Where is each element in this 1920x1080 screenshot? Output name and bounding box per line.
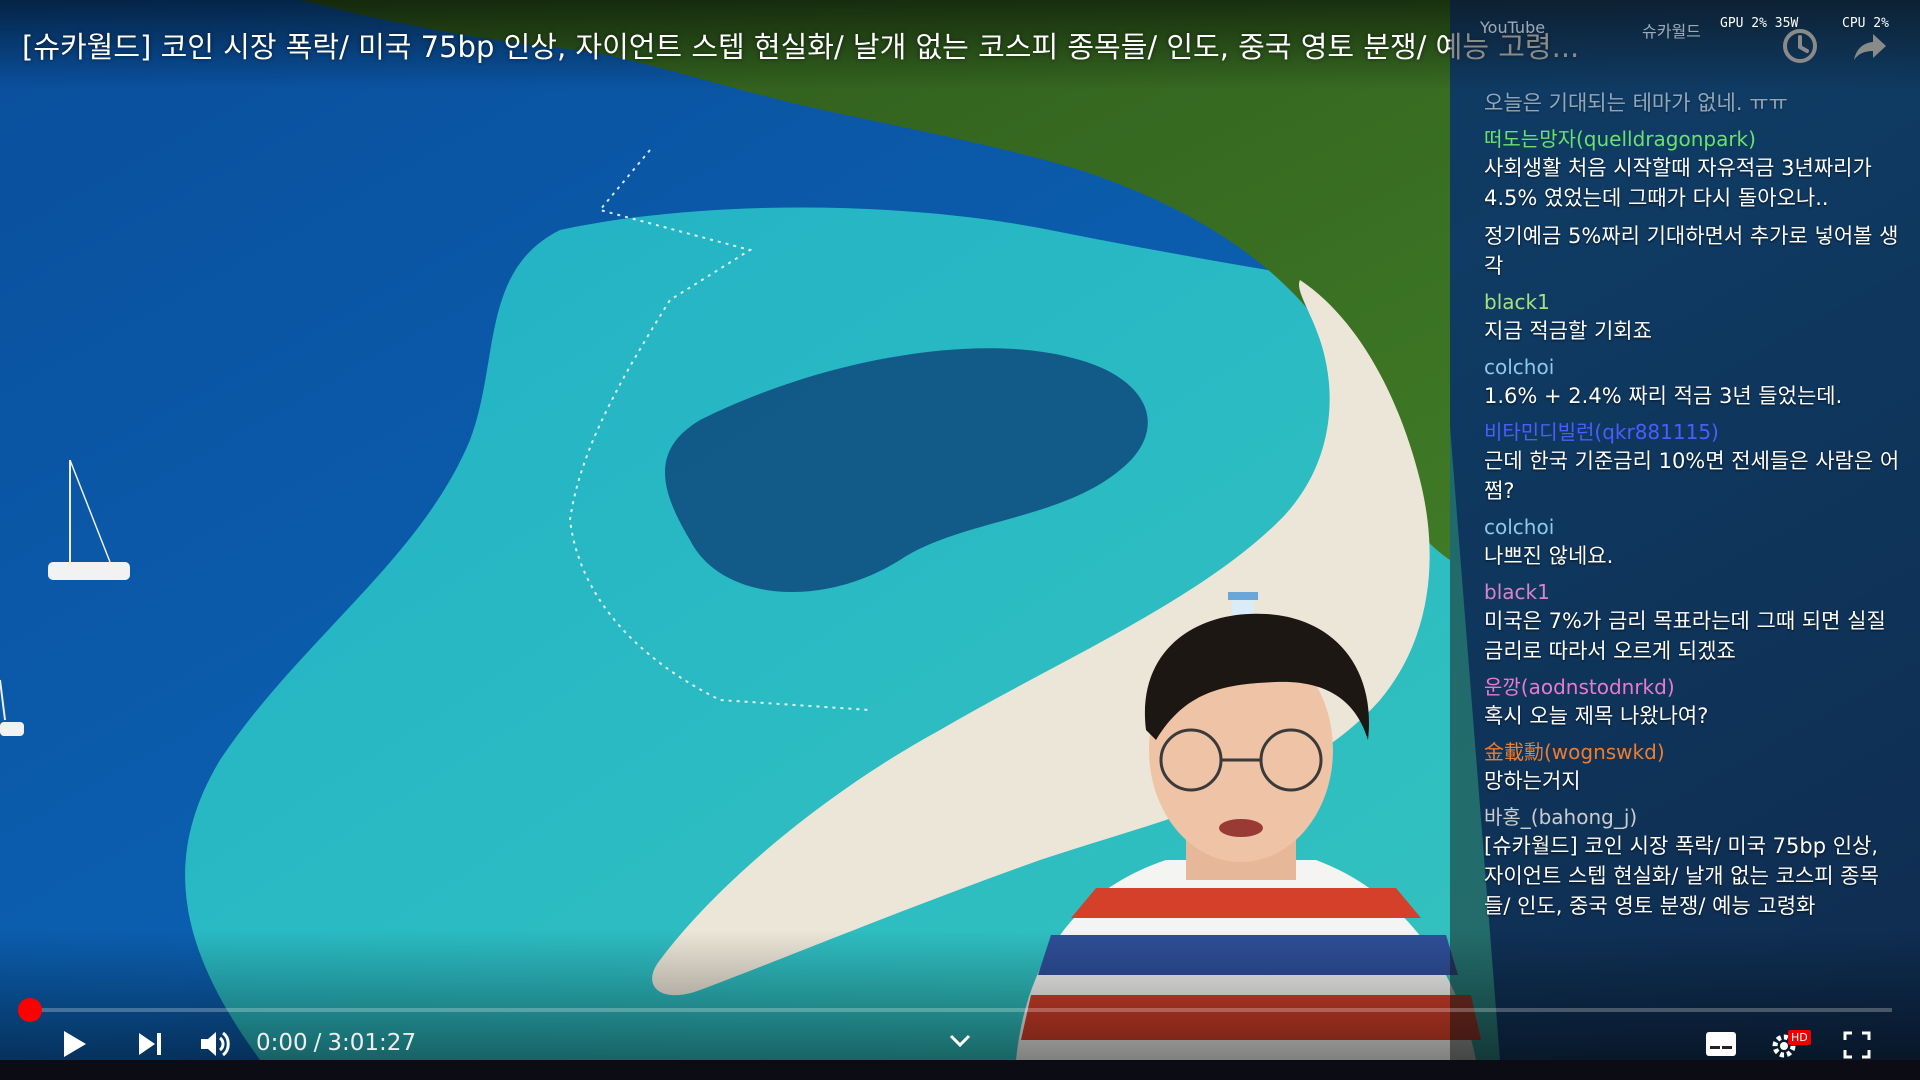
chat-text: 나쁘진 않네요. xyxy=(1484,544,1614,568)
chat-username[interactable]: 떠도는망자(quelldragonpark) xyxy=(1484,126,1904,153)
chat-message: 비타민디빌런(qkr881115) 근데 한국 기준금리 10%면 전세들은 사람… xyxy=(1484,419,1904,506)
chat-text: 사회생활 처음 시작할때 자유적금 3년짜리가 4.5% 였었는데 그때가 다시… xyxy=(1484,156,1872,210)
progress-scrubber[interactable] xyxy=(18,998,42,1022)
chat-text: 혹시 오늘 제목 나왔나여? xyxy=(1484,704,1709,728)
chat-panel: YouTube 슈카월드 GPU 2% 35W CPU 2% 오늘은 기대되는 … xyxy=(1450,0,1920,1060)
chat-text: 정기예금 5%짜리 기대하면서 추가로 넣어볼 생각 xyxy=(1484,224,1899,278)
chat-text: 1.6% + 2.4% 짜리 적금 3년 들었는데. xyxy=(1484,384,1843,408)
play-icon[interactable] xyxy=(58,1028,90,1060)
chat-header: YouTube 슈카월드 GPU 2% 35W CPU 2% xyxy=(1450,0,1920,60)
chat-username[interactable]: colchoi xyxy=(1484,354,1904,381)
chat-message: black1 지금 적금할 기회죠 xyxy=(1484,289,1904,346)
cpu-readout: CPU 2% xyxy=(1842,16,1889,31)
chat-username[interactable]: black1 xyxy=(1484,579,1904,606)
chat-message: 金載勳(wognswkd) 망하는거지 xyxy=(1484,739,1904,796)
volume-icon[interactable] xyxy=(198,1028,232,1060)
chat-username[interactable]: colchoi xyxy=(1484,514,1904,541)
chat-username[interactable]: 운깡(aodnstodnrkd) xyxy=(1484,674,1904,701)
time-total: 3:01:27 xyxy=(327,1030,417,1056)
chat-text: 지금 적금할 기회죠 xyxy=(1484,319,1652,343)
chat-text: 근데 한국 기준금리 10%면 전세들은 사람은 어쩜? xyxy=(1484,449,1900,503)
gpu-readout: GPU 2% 35W xyxy=(1720,16,1799,31)
video-player[interactable]: [슈카월드] 코인 시장 폭락/ 미국 75bp 인상, 자이언트 스텝 현실화… xyxy=(0,0,1920,1080)
chat-message: 정기예금 5%짜리 기대하면서 추가로 넣어볼 생각 xyxy=(1484,221,1904,281)
chat-username[interactable]: 비타민디빌런(qkr881115) xyxy=(1484,419,1904,446)
time-display: 0:00/3:01:27 xyxy=(256,1030,416,1056)
chat-text: 미국은 7%가 금리 목표라는데 그때 되면 실질금리로 따라서 오르게 되겠죠 xyxy=(1484,609,1886,663)
chat-username[interactable]: black1 xyxy=(1484,289,1904,316)
fullscreen-icon[interactable] xyxy=(1842,1030,1872,1060)
chat-username[interactable]: 바홍_(bahong_j) xyxy=(1484,804,1904,831)
chat-header-channel: 슈카월드 xyxy=(1642,22,1701,41)
controls-gradient xyxy=(0,930,1920,1080)
progress-bar[interactable] xyxy=(28,1008,1892,1012)
next-icon[interactable] xyxy=(136,1030,164,1058)
chat-text: 오늘은 기대되는 테마가 없네. ㅠㅠ xyxy=(1484,91,1788,115)
chat-message: 떠도는망자(quelldragonpark) 사회생활 처음 시작할때 자유적금 … xyxy=(1484,126,1904,213)
subtitles-icon[interactable] xyxy=(1704,1030,1738,1058)
chat-message: colchoi 1.6% + 2.4% 짜리 적금 3년 들었는데. xyxy=(1484,354,1904,411)
chat-username[interactable]: 金載勳(wognswkd) xyxy=(1484,739,1904,766)
chat-message: 운깡(aodnstodnrkd) 혹시 오늘 제목 나왔나여? xyxy=(1484,674,1904,731)
bottom-strip xyxy=(0,1060,1920,1080)
chat-text: 망하는거지 xyxy=(1484,769,1581,793)
time-current: 0:00 xyxy=(256,1030,308,1056)
chat-message-list[interactable]: 오늘은 기대되는 테마가 없네. ㅠㅠ 떠도는망자(quelldragonpark… xyxy=(1484,88,1904,929)
time-separator: / xyxy=(313,1030,322,1056)
chat-text: [슈카월드] 코인 시장 폭락/ 미국 75bp 인상, 자이언트 스텝 현실화… xyxy=(1484,834,1879,918)
chat-message: black1 미국은 7%가 금리 목표라는데 그때 되면 실질금리로 따라서 오… xyxy=(1484,579,1904,666)
hd-badge: HD xyxy=(1788,1030,1811,1045)
chat-message: 바홍_(bahong_j) [슈카월드] 코인 시장 폭락/ 미국 75bp 인상… xyxy=(1484,804,1904,921)
shirt-stripe-red xyxy=(1071,888,1421,918)
chevron-down-icon[interactable] xyxy=(948,1032,972,1050)
chat-header-logo: YouTube xyxy=(1480,18,1546,37)
chat-message: colchoi 나쁘진 않네요. xyxy=(1484,514,1904,571)
chat-message: 오늘은 기대되는 테마가 없네. ㅠㅠ xyxy=(1484,88,1904,118)
mouth xyxy=(1219,819,1263,837)
